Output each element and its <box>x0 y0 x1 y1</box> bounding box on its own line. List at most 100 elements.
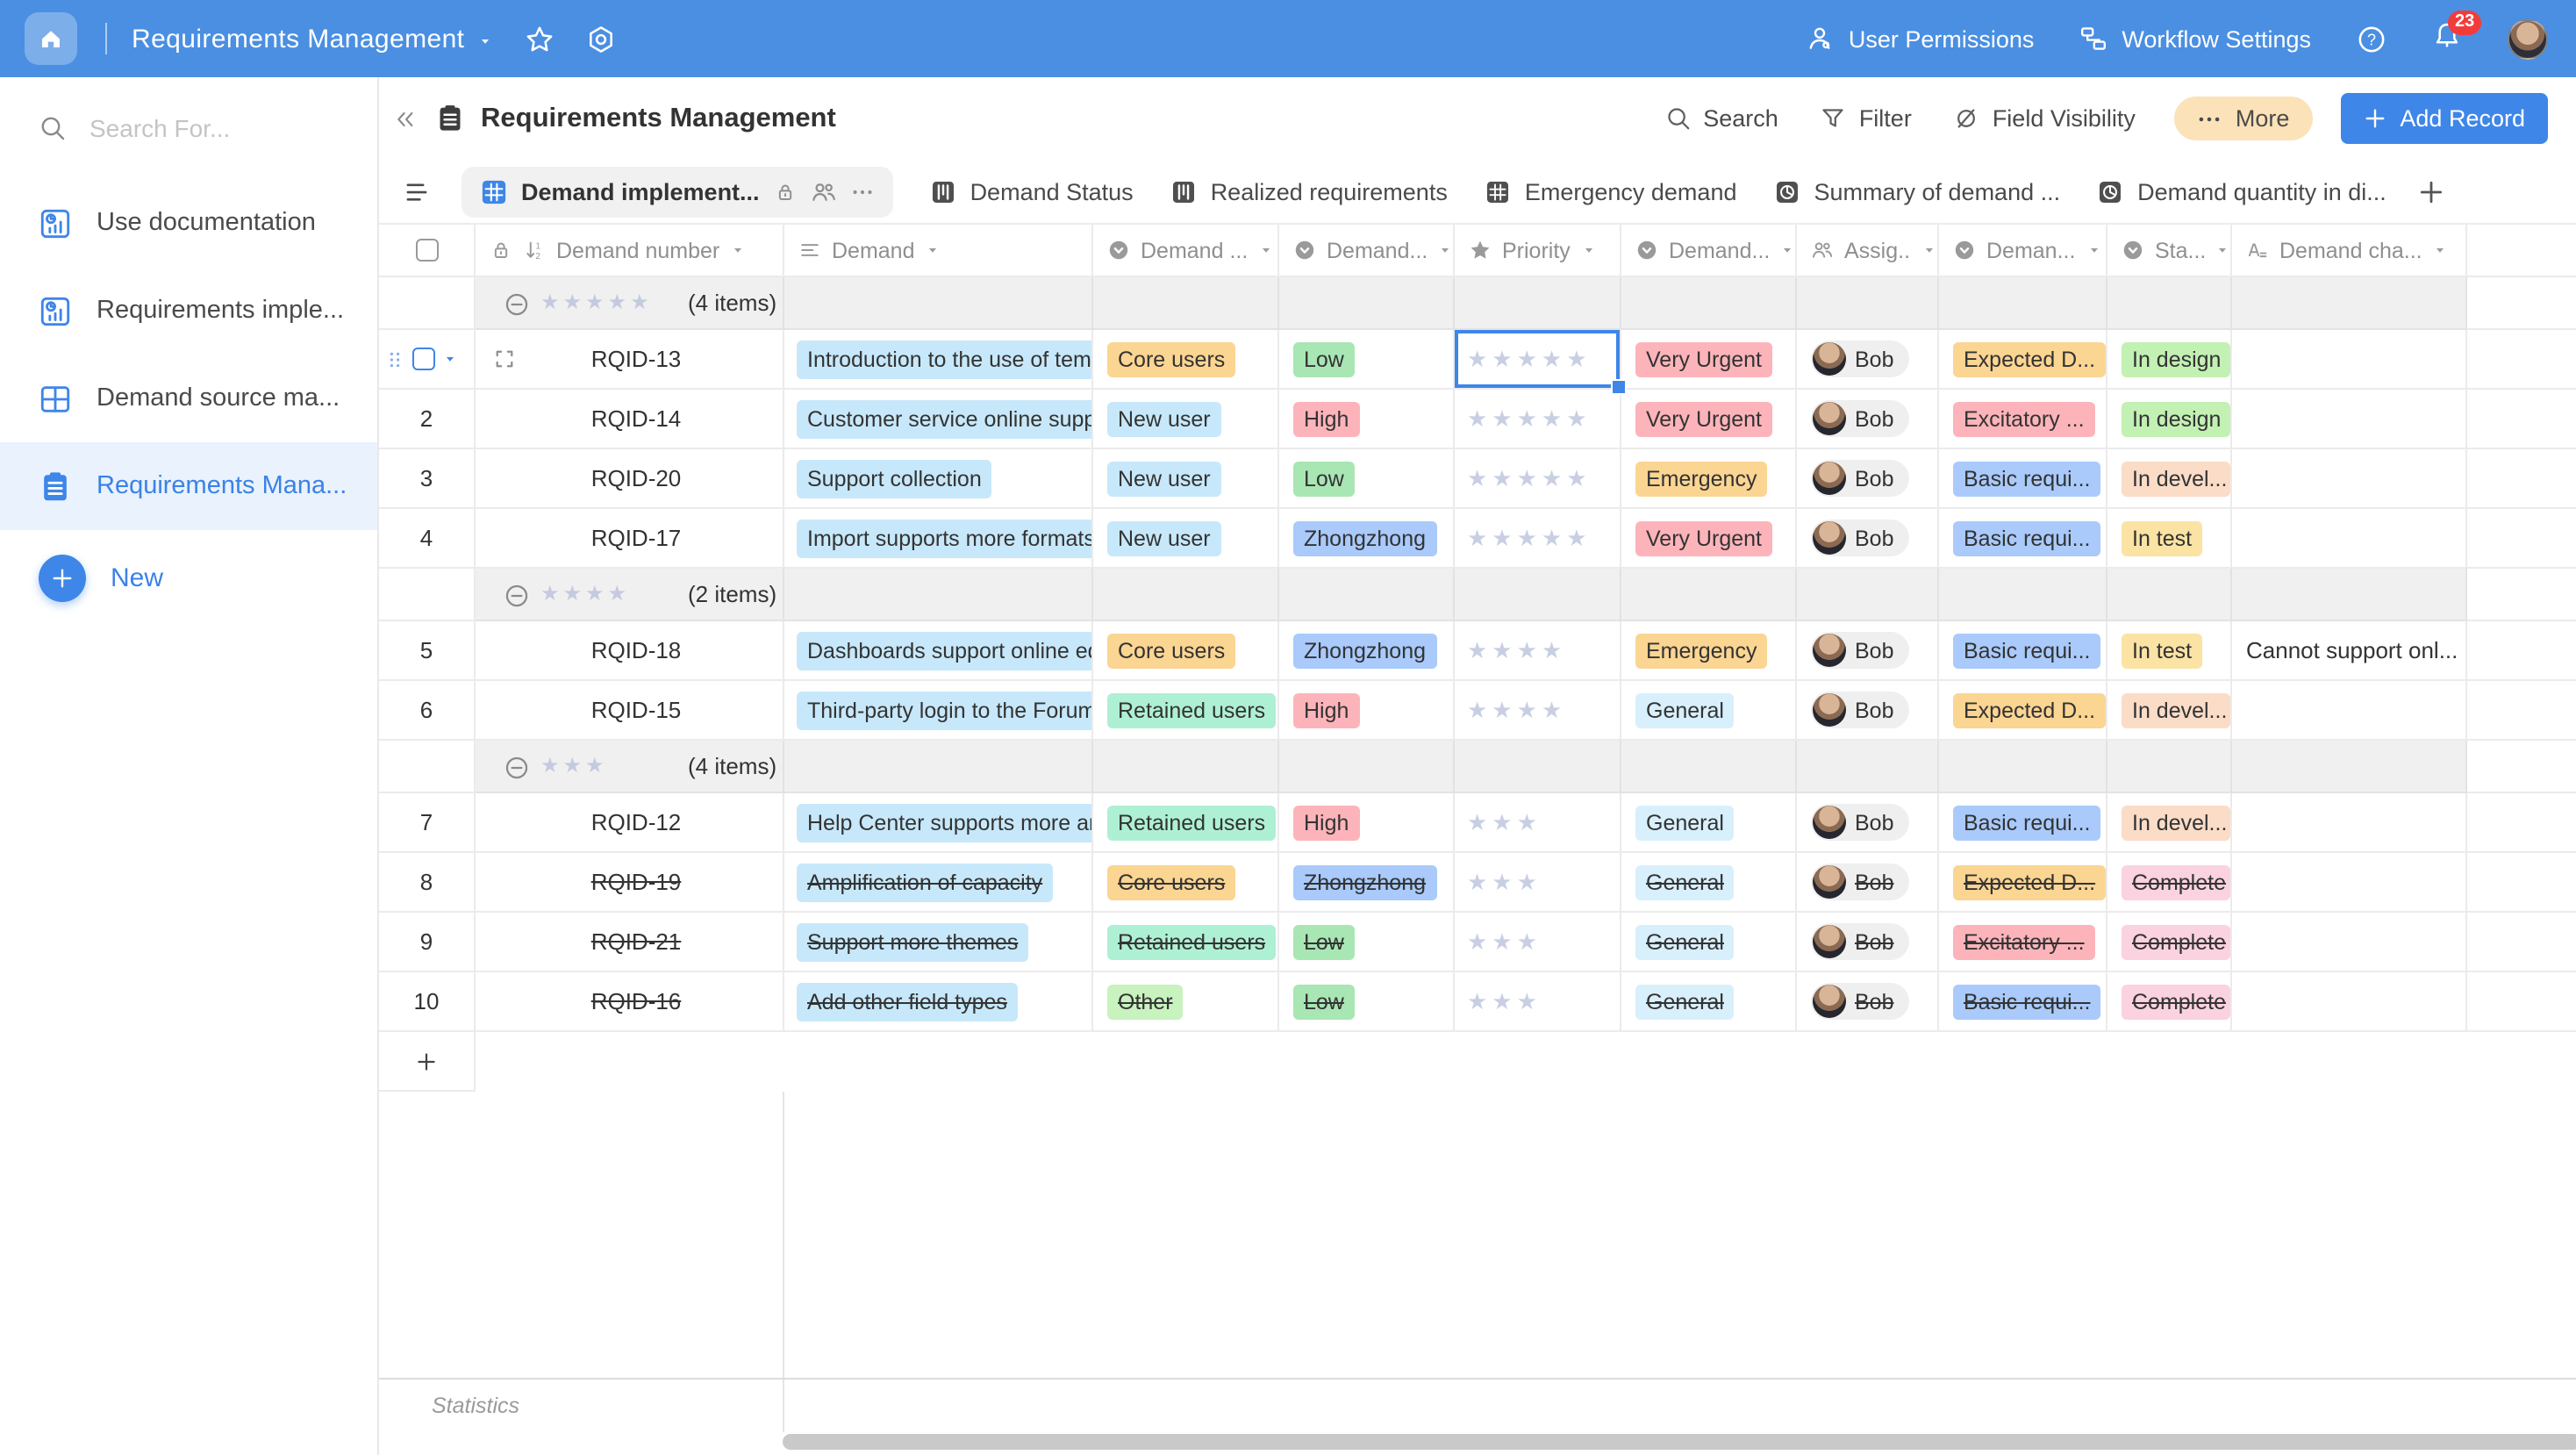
demand-stage-cell[interactable]: Basic requi... <box>1939 449 2107 509</box>
group-header-row[interactable]: ★★★(4 items) <box>379 741 2576 793</box>
demand-level-cell[interactable]: Low <box>1279 913 1455 972</box>
demand-stage-cell[interactable]: Excitatory ... <box>1939 390 2107 449</box>
record-id-cell[interactable]: RQID-20 <box>476 449 784 509</box>
add-row-cell[interactable] <box>379 1032 476 1092</box>
select-all-checkbox[interactable] <box>415 239 438 262</box>
tab-realized-requirements[interactable]: Realized requirements <box>1170 178 1448 204</box>
empty-cell[interactable] <box>2467 793 2576 853</box>
demand-stage-cell[interactable]: Excitatory ... <box>1939 913 2107 972</box>
row-handle-cell[interactable]: 2 <box>379 390 476 449</box>
demand-urgency-cell[interactable]: Emergency <box>1621 621 1797 681</box>
tab-demand-quantity-in-di[interactable]: Demand quantity in di... <box>2097 178 2386 204</box>
demand-cell[interactable]: Add other field types <box>784 972 1093 1032</box>
column-header-sta[interactable]: Sta... <box>2107 225 2232 277</box>
sidebar-search[interactable]: Search For... <box>0 77 377 179</box>
assignee-cell[interactable]: Bob <box>1797 621 1939 681</box>
sidebar-item-2[interactable]: Requirements imple... <box>0 267 377 355</box>
demand-stage-cell[interactable]: Expected D... <box>1939 330 2107 390</box>
assignee-cell[interactable]: Bob <box>1797 681 1939 741</box>
assignee-cell[interactable]: Bob <box>1797 793 1939 853</box>
demand-cell[interactable]: Dashboards support online ed <box>784 621 1093 681</box>
empty-cell[interactable] <box>2467 853 2576 913</box>
assignee-cell[interactable]: Bob <box>1797 449 1939 509</box>
demand-level-cell[interactable]: Low <box>1279 449 1455 509</box>
space-caret-icon[interactable] <box>476 33 492 49</box>
demand-level-cell[interactable]: Zhongzhong <box>1279 853 1455 913</box>
favorite-star-icon[interactable] <box>524 24 554 54</box>
priority-cell[interactable]: ★★★★★ <box>1455 509 1621 569</box>
column-header-demand[interactable]: Demand... <box>1621 225 1797 277</box>
demand-level-cell[interactable]: High <box>1279 390 1455 449</box>
record-id-cell[interactable]: RQID-15 <box>476 681 784 741</box>
stats-bar[interactable]: Statistics <box>379 1378 2576 1455</box>
empty-cell[interactable] <box>2467 330 2576 390</box>
empty-cell[interactable] <box>2467 509 2576 569</box>
tab-demand-status[interactable]: Demand Status <box>930 178 1134 204</box>
row-handle-cell[interactable]: 3 <box>379 449 476 509</box>
demand-cell[interactable]: Introduction to the use of tem <box>784 330 1093 390</box>
demand-urgency-cell[interactable]: General <box>1621 913 1797 972</box>
demand-urgency-cell[interactable]: Emergency <box>1621 449 1797 509</box>
status-cell[interactable]: In devel... <box>2107 681 2232 741</box>
column-header-demand[interactable]: Demand <box>784 225 1093 277</box>
column-header-deman[interactable]: Deman... <box>1939 225 2107 277</box>
workflow-settings-button[interactable]: Workflow Settings <box>2079 25 2311 53</box>
collapse-sidebar-icon[interactable] <box>393 106 418 131</box>
sidebar-item-1[interactable]: Use documentation <box>0 179 377 267</box>
demand-stage-cell[interactable]: Basic requi... <box>1939 793 2107 853</box>
column-header-0[interactable] <box>379 225 476 277</box>
demand-character-cell[interactable] <box>2232 793 2467 853</box>
demand-cell[interactable]: Import supports more formats <box>784 509 1093 569</box>
demand-type-cell[interactable]: New user <box>1093 390 1279 449</box>
priority-cell[interactable]: ★★★★ <box>1455 681 1621 741</box>
row-checkbox[interactable] <box>412 348 435 370</box>
empty-cell[interactable] <box>2467 913 2576 972</box>
demand-character-cell[interactable] <box>2232 330 2467 390</box>
status-cell[interactable]: In test <box>2107 509 2232 569</box>
demand-character-cell[interactable] <box>2232 972 2467 1032</box>
row-handle-cell[interactable]: 4 <box>379 509 476 569</box>
empty-cell[interactable] <box>2467 972 2576 1032</box>
search-button[interactable]: Search <box>1664 105 1778 132</box>
demand-urgency-cell[interactable]: General <box>1621 853 1797 913</box>
assignee-cell[interactable]: Bob <box>1797 913 1939 972</box>
column-header-11[interactable] <box>2467 225 2576 277</box>
demand-stage-cell[interactable]: Expected D... <box>1939 853 2107 913</box>
status-cell[interactable]: In design <box>2107 330 2232 390</box>
row-handle-cell[interactable]: 10 <box>379 972 476 1032</box>
demand-type-cell[interactable]: Retained users <box>1093 681 1279 741</box>
record-id-cell[interactable]: RQID-21 <box>476 913 784 972</box>
new-button[interactable]: New <box>0 530 377 625</box>
demand-character-cell[interactable]: Cannot support onl... <box>2232 621 2467 681</box>
demand-cell[interactable]: Third-party login to the Forum <box>784 681 1093 741</box>
priority-cell[interactable]: ★★★ <box>1455 972 1621 1032</box>
demand-character-cell[interactable] <box>2232 913 2467 972</box>
priority-cell[interactable]: ★★★ <box>1455 913 1621 972</box>
record-id-cell[interactable]: RQID-17 <box>476 509 784 569</box>
row-handle-cell[interactable]: 5 <box>379 621 476 681</box>
row-handle-cell[interactable]: 7 <box>379 793 476 853</box>
column-header-assig[interactable]: Assig... <box>1797 225 1939 277</box>
demand-character-cell[interactable] <box>2232 390 2467 449</box>
status-cell[interactable]: In devel... <box>2107 449 2232 509</box>
demand-cell[interactable]: Amplification of capacity <box>784 853 1093 913</box>
assignee-cell[interactable]: Bob <box>1797 509 1939 569</box>
demand-level-cell[interactable]: High <box>1279 681 1455 741</box>
demand-level-cell[interactable]: Zhongzhong <box>1279 509 1455 569</box>
row-handle-cell[interactable]: 8 <box>379 853 476 913</box>
demand-level-cell[interactable]: Low <box>1279 972 1455 1032</box>
avatar[interactable] <box>2508 18 2548 59</box>
column-header-demand-number[interactable]: 12Demand number <box>476 225 784 277</box>
status-cell[interactable]: In test <box>2107 621 2232 681</box>
user-permissions-button[interactable]: User Permissions <box>1807 25 2035 53</box>
column-header-demand[interactable]: Demand ... <box>1093 225 1279 277</box>
expand-record-icon[interactable] <box>493 348 516 370</box>
add-view-icon[interactable] <box>2418 178 2444 204</box>
row-handle-cell[interactable]: 9 <box>379 913 476 972</box>
space-title[interactable]: Requirements Management <box>132 24 464 54</box>
sidebar-item-3[interactable]: Demand source ma... <box>0 355 377 442</box>
demand-level-cell[interactable]: Zhongzhong <box>1279 621 1455 681</box>
field-visibility-button[interactable]: Field Visibility <box>1954 105 2136 132</box>
empty-cell[interactable] <box>2467 390 2576 449</box>
demand-type-cell[interactable]: Core users <box>1093 853 1279 913</box>
